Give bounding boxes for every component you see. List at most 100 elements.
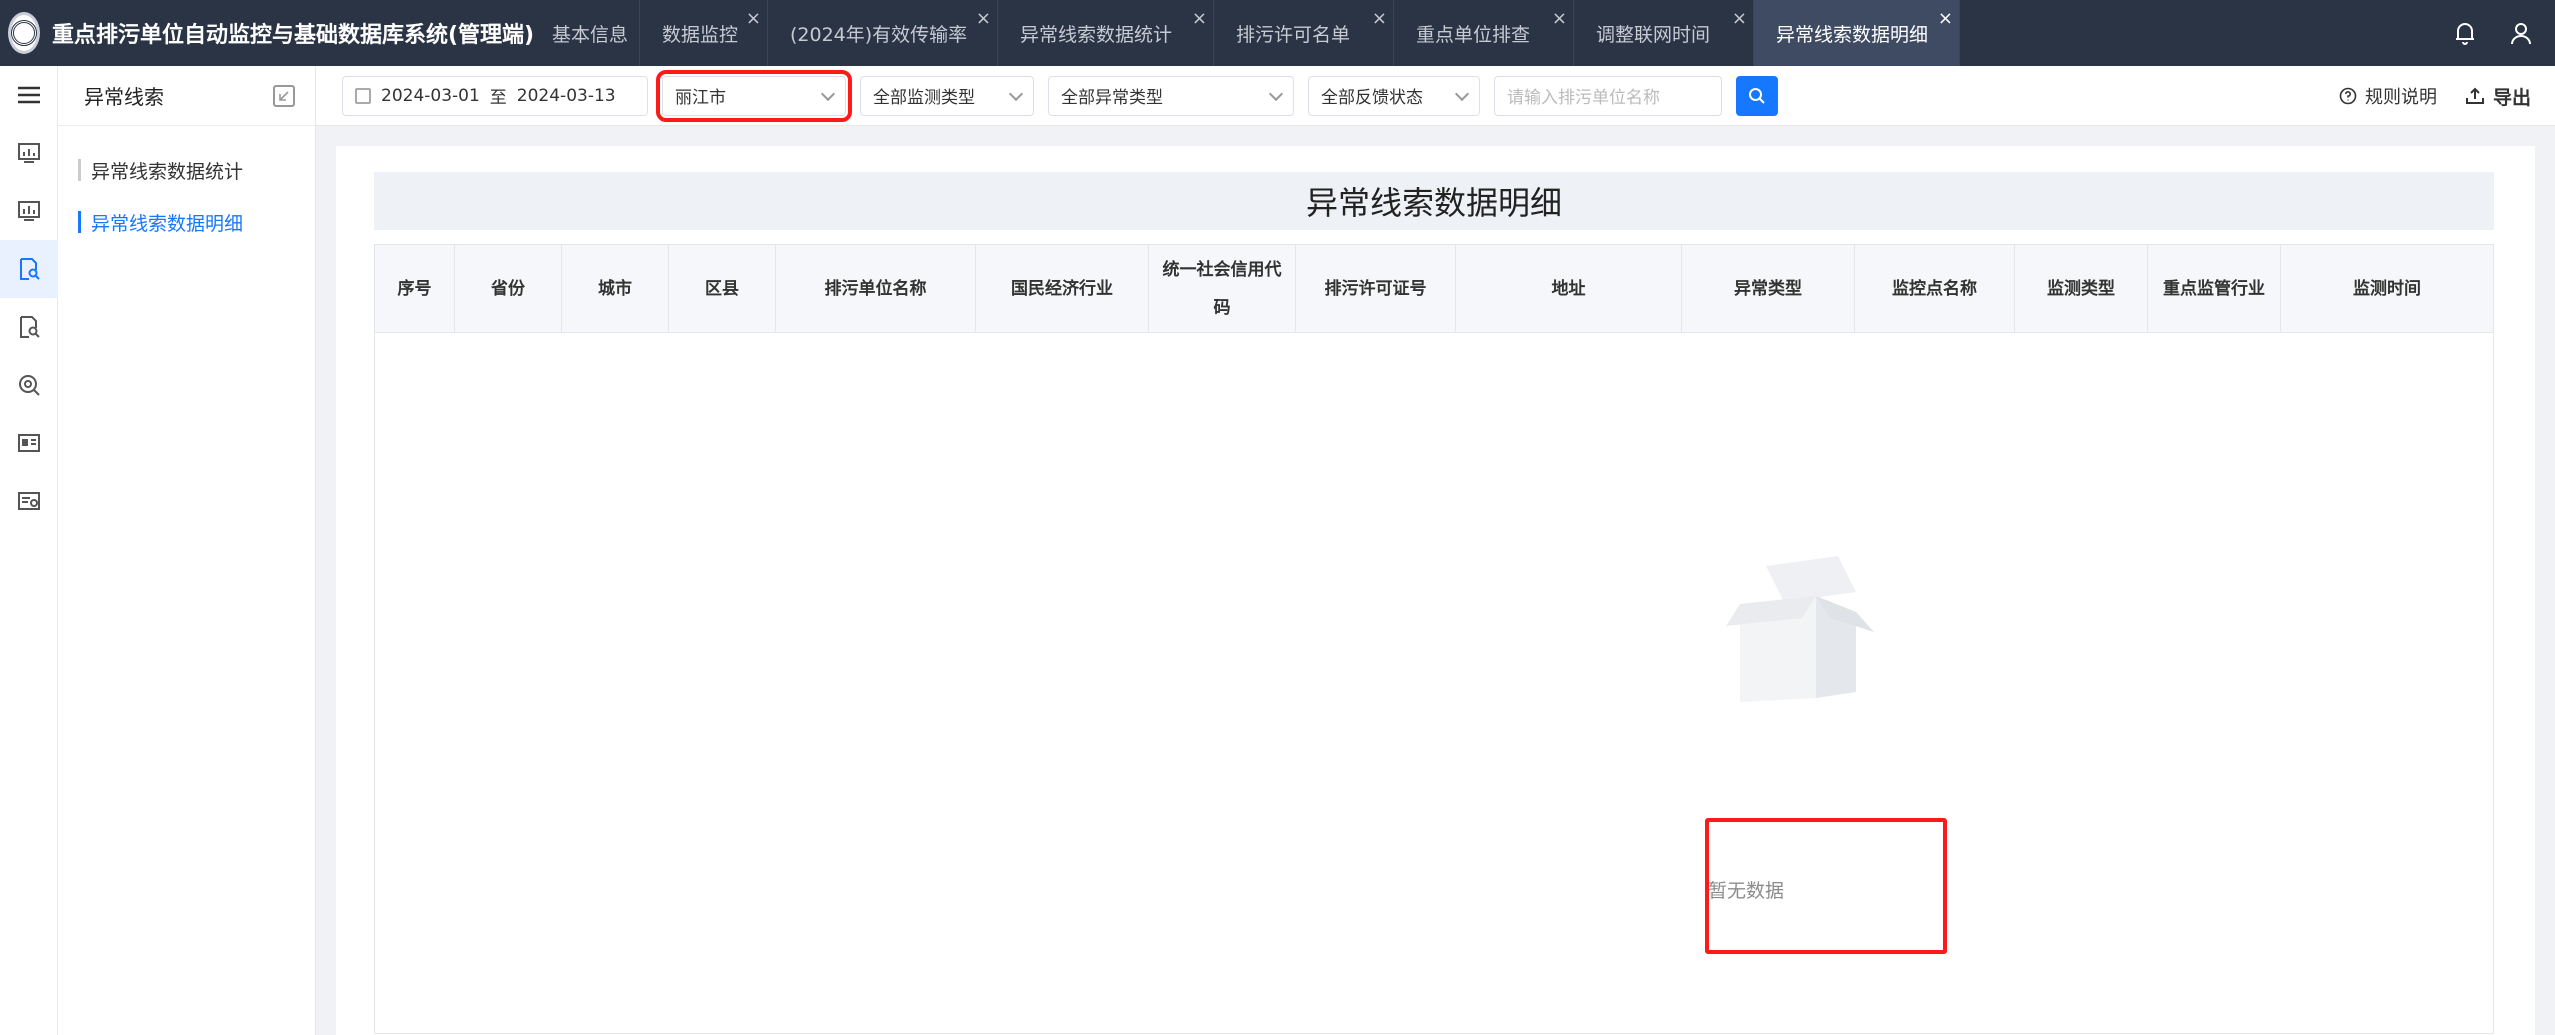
column-header: 监测时间 — [2353, 278, 2421, 299]
search-icon — [1749, 87, 1765, 104]
tab-label: 基本信息 — [552, 23, 629, 46]
column-header: 国民经济行业 — [976, 245, 1149, 332]
date-end[interactable]: 2024-03-13 — [517, 86, 616, 106]
tab-strip: 基本信息 数据监控 × (2024年)有效传输率 × 异常线索数据统计 × 排污… — [530, 0, 1960, 66]
close-icon[interactable]: × — [976, 10, 991, 28]
top-bar: 重点排污单位自动监控与基础数据库系统(管理端) 基本信息 数据监控 × (202… — [0, 0, 2555, 66]
content-panel: 异常线索数据明细 序号 省份 城市 区县 排污单位名称 国民经济行业 统一社会信… — [336, 146, 2535, 1035]
unit-name-input[interactable]: 请输入排污单位名称 — [1494, 75, 1722, 116]
header-actions — [2451, 0, 2535, 66]
column-header: 排污单位名称 — [776, 245, 976, 332]
tab-label: 排污许可名单 — [1236, 23, 1351, 46]
table-title: 异常线索数据明细 — [374, 172, 2494, 230]
tab-key-unit-check[interactable]: 重点单位排查 × — [1394, 0, 1574, 66]
tab-transmission-rate[interactable]: (2024年)有效传输率 × — [768, 0, 998, 66]
gear-search-icon[interactable] — [0, 356, 58, 414]
filter-bar: 2024-03-01 至 2024-03-13 丽江市 全部监测类型 全部异常类… — [316, 66, 2555, 126]
brand[interactable]: 重点排污单位自动监控与基础数据库系统(管理端) — [0, 0, 534, 66]
monitor-type-select[interactable]: 全部监测类型 — [860, 75, 1034, 116]
collapse-icon[interactable] — [273, 84, 295, 107]
document-search-icon[interactable] — [0, 240, 58, 298]
item-marker — [78, 159, 81, 181]
column-header: 地址 — [1456, 245, 1682, 332]
column-header: 省份 — [455, 245, 562, 332]
table-header: 序号 省份 城市 区县 排污单位名称 国民经济行业 统一社会信用代码 排污许可证… — [375, 245, 2493, 333]
chevron-down-icon — [1268, 86, 1284, 101]
date-range-picker[interactable]: 2024-03-01 至 2024-03-13 — [342, 75, 648, 116]
upload-icon — [2465, 87, 2484, 104]
anomaly-type-select[interactable]: 全部异常类型 — [1048, 75, 1294, 116]
city-value: 丽江市 — [675, 88, 726, 108]
item-marker — [78, 211, 81, 233]
column-header: 序号 — [375, 245, 455, 332]
column-header: 异常类型 — [1682, 245, 1855, 332]
data-table: 序号 省份 城市 区县 排污单位名称 国民经济行业 统一社会信用代码 排污许可证… — [374, 244, 2494, 1034]
app-title: 重点排污单位自动监控与基础数据库系统(管理端) — [52, 23, 535, 48]
date-separator: 至 — [489, 88, 507, 108]
table-body — [375, 333, 2493, 1033]
tab-data-monitor[interactable]: 数据监控 × — [640, 0, 768, 66]
close-icon[interactable]: × — [1732, 10, 1747, 28]
city-select[interactable]: 丽江市 — [656, 69, 852, 122]
tab-label: 数据监控 — [662, 23, 739, 46]
column-header: 监控点名称 — [1855, 245, 2015, 332]
document-search-icon-2[interactable] — [0, 298, 58, 356]
column-header: 监测类型 — [2015, 245, 2148, 332]
tab-basic-info[interactable]: 基本信息 — [530, 0, 640, 66]
sidebar-item-label: 异常线索数据明细 — [91, 212, 244, 235]
tab-label: 调整联网时间 — [1596, 23, 1711, 46]
secondary-sidebar: 异常线索 异常线索数据统计 异常线索数据明细 — [58, 66, 316, 1035]
date-start[interactable]: 2024-03-01 — [381, 86, 480, 106]
menu-icon[interactable] — [0, 66, 58, 124]
id-card-icon[interactable] — [0, 414, 58, 472]
sidebar-title: 异常线索 — [84, 85, 164, 109]
user-icon[interactable] — [2507, 19, 2535, 47]
rules-button[interactable]: 规则说明 — [2339, 83, 2437, 109]
tab-label: 重点单位排查 — [1416, 23, 1531, 46]
bell-icon[interactable] — [2451, 19, 2479, 47]
tab-anomaly-stats[interactable]: 异常线索数据统计 × — [998, 0, 1214, 66]
close-icon[interactable]: × — [1552, 10, 1567, 28]
chevron-down-icon — [820, 86, 836, 101]
export-label: 导出 — [2492, 86, 2531, 109]
chart-icon-2[interactable] — [0, 182, 58, 240]
feedback-status-select[interactable]: 全部反馈状态 — [1308, 75, 1480, 116]
close-icon[interactable]: × — [1938, 10, 1953, 28]
feedback-status-value: 全部反馈状态 — [1321, 88, 1423, 108]
sidebar-item-anomaly-detail[interactable]: 异常线索数据明细 — [58, 196, 315, 248]
sidebar-menu: 异常线索数据统计 异常线索数据明细 — [58, 126, 315, 248]
chevron-down-icon — [1454, 86, 1470, 101]
list-settings-icon[interactable] — [0, 472, 58, 530]
filter-actions: 规则说明 导出 — [2339, 66, 2531, 126]
monitor-type-value: 全部监测类型 — [873, 88, 975, 108]
column-header: 排污许可证号 — [1296, 245, 1456, 332]
rules-label: 规则说明 — [2364, 87, 2437, 108]
logo — [8, 12, 40, 54]
sidebar-header: 异常线索 — [58, 66, 315, 126]
close-icon[interactable]: × — [1372, 10, 1387, 28]
column-header: 统一社会信用代码 — [1149, 245, 1296, 332]
tab-label: (2024年)有效传输率 — [790, 23, 968, 46]
column-header: 重点监管行业 — [2148, 245, 2281, 332]
tab-permit-list[interactable]: 排污许可名单 × — [1214, 0, 1394, 66]
close-icon[interactable]: × — [1192, 10, 1207, 28]
empty-state-highlight — [1705, 818, 1947, 954]
tab-anomaly-detail[interactable]: 异常线索数据明细 × — [1754, 0, 1960, 66]
anomaly-type-value: 全部异常类型 — [1061, 88, 1163, 108]
chevron-down-icon — [1008, 86, 1024, 101]
tab-adjust-network-time[interactable]: 调整联网时间 × — [1574, 0, 1754, 66]
question-icon — [2339, 87, 2357, 105]
sidebar-item-anomaly-stats[interactable]: 异常线索数据统计 — [58, 144, 315, 196]
calendar-icon — [355, 87, 371, 104]
tab-label: 异常线索数据统计 — [1020, 23, 1173, 46]
export-button[interactable]: 导出 — [2465, 83, 2531, 110]
search-button[interactable] — [1736, 75, 1778, 116]
close-icon[interactable]: × — [746, 10, 761, 28]
empty-box-icon — [1726, 556, 1874, 702]
chart-icon[interactable] — [0, 124, 58, 182]
column-header: 城市 — [562, 245, 669, 332]
tab-label: 异常线索数据明细 — [1776, 23, 1929, 46]
sidebar-item-label: 异常线索数据统计 — [91, 160, 244, 183]
column-header: 区县 — [669, 245, 776, 332]
icon-rail — [0, 66, 58, 1035]
